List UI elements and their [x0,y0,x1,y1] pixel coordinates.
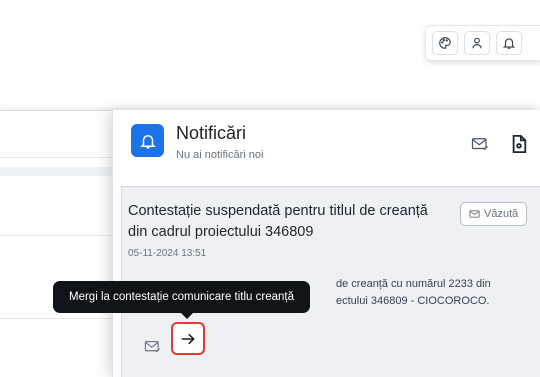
top-toolbar [425,25,540,61]
tooltip-arrow [181,313,193,319]
tooltip: Mergi la contestație comunicare titlu cr… [53,281,310,313]
notification-date: 05-11-2024 13:51 [128,248,207,259]
notification-body: de creanță cu numărul 2233 din ectului 3… [336,276,536,310]
user-icon [472,37,482,49]
account-button[interactable] [464,31,490,55]
notifications-bell-badge [131,124,164,157]
mark-all-read-button[interactable] [469,134,491,154]
bell-icon [139,134,156,148]
table-band [0,167,112,176]
notification-title: Contestație suspendată pentru titlul de … [128,203,428,240]
notifications-button[interactable] [496,31,522,55]
divider [0,318,112,319]
bell-icon [502,38,516,49]
divider [0,157,112,158]
notification-body-line: ectului 346809 - CIOCOROCO. [336,295,490,307]
drawer-subtitle: Nu ai notificări noi [176,149,264,161]
go-to-contestation-button[interactable] [171,322,205,355]
mail-check-icon [471,138,488,151]
notification-body-line: de creanță cu numărul 2233 din [336,278,491,290]
documents-button[interactable] [508,134,530,154]
arrow-right-icon [181,333,195,344]
mail-check-icon [144,340,160,352]
drawer-title: Notificări [176,123,247,143]
document-icon [512,135,527,153]
seen-label: Văzută [484,208,519,220]
palette-icon [439,37,451,49]
mail-icon [469,210,480,218]
theme-button[interactable] [432,31,458,55]
seen-button[interactable]: Văzută [460,202,528,226]
mark-read-button[interactable] [138,332,166,360]
divider [0,235,112,236]
